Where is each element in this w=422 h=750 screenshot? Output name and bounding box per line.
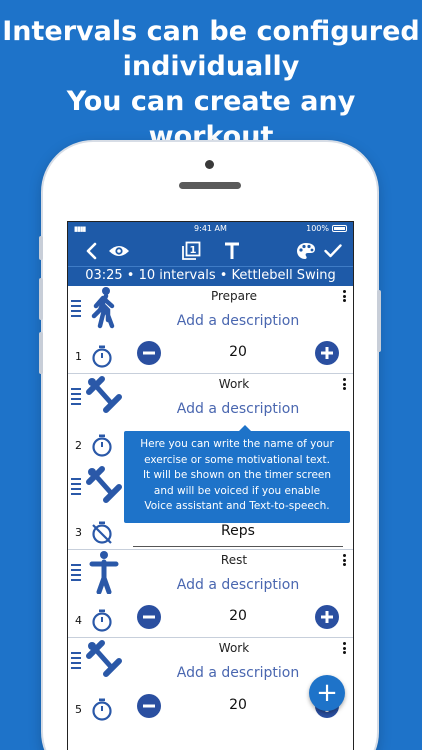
description-field[interactable]: Add a description	[133, 577, 343, 593]
interval-title: Prepare	[210, 289, 258, 303]
interval-number: 3	[75, 526, 82, 539]
drag-handle-icon[interactable]	[71, 564, 81, 584]
side-button-mute	[39, 236, 43, 260]
reps-value[interactable]: Reps	[133, 523, 343, 539]
interval-left-column: 1	[68, 286, 128, 373]
drag-handle-icon[interactable]	[71, 652, 81, 672]
kettlebell-icon	[84, 638, 124, 682]
description-tooltip: Here you can write the name of your exer…	[124, 425, 350, 523]
description-field[interactable]: Add a description	[133, 313, 343, 329]
duration-value: 20	[229, 344, 247, 360]
app-toolbar: 1	[68, 236, 353, 266]
kettlebell-icon	[84, 374, 124, 418]
status-bar: ▮▮▮▮ 9:41 AM 100%	[68, 222, 353, 236]
duration-value: 20	[229, 608, 247, 624]
reps-underline	[133, 546, 343, 547]
interval-row-5[interactable]: 5 Work Add a description 20	[68, 638, 353, 726]
increment-button[interactable]	[315, 341, 339, 365]
description-field[interactable]: Add a description	[133, 401, 343, 417]
interval-row-4[interactable]: 4 Rest Add a description 20	[68, 550, 353, 638]
text-icon[interactable]	[221, 236, 243, 266]
copy-badge: 1	[190, 245, 197, 256]
headline-line-1: Intervals can be configured	[2, 16, 420, 47]
more-vertical-icon[interactable]	[343, 378, 347, 392]
eye-icon[interactable]	[106, 236, 132, 266]
tooltip-line-3: It will be shown on the timer screen	[142, 469, 332, 481]
kettlebell-icon	[84, 464, 124, 508]
headline: Intervals can be configured individually…	[0, 14, 422, 154]
palette-icon[interactable]	[294, 236, 318, 266]
more-vertical-icon[interactable]	[343, 642, 347, 656]
stopwatch-icon[interactable]	[90, 344, 114, 368]
camera-dot	[205, 160, 214, 169]
stopwatch-icon[interactable]	[90, 433, 114, 457]
battery-indicator: 100%	[306, 224, 347, 233]
back-icon[interactable]	[80, 236, 102, 266]
interval-title: Rest	[220, 553, 248, 567]
interval-number: 2	[75, 439, 82, 452]
side-button-volume-down	[39, 332, 43, 374]
tooltip-line-4: and will be voiced if you enable	[153, 484, 321, 497]
interval-number: 5	[75, 703, 82, 716]
interval-left-column: 5	[68, 638, 128, 726]
standing-person-icon	[84, 550, 124, 595]
description-field[interactable]: Add a description	[133, 665, 343, 681]
speaker-grill	[179, 182, 241, 189]
interval-title: Work	[218, 641, 250, 655]
side-button-power	[377, 290, 381, 352]
check-icon[interactable]	[321, 236, 345, 266]
stopwatch-icon[interactable]	[90, 608, 114, 632]
duration-stepper: 20	[133, 341, 343, 365]
copy-one-icon[interactable]: 1	[178, 236, 204, 266]
battery-icon	[332, 225, 347, 232]
interval-left-column: 3	[68, 462, 128, 549]
interval-row-1[interactable]: 1 Prepare Add a description 20	[68, 286, 353, 374]
reps-mode-icon[interactable]	[90, 520, 114, 544]
tooltip-line-2: exercise or some motivational text.	[144, 453, 330, 466]
duration-stepper: 20	[133, 605, 343, 629]
stopwatch-icon[interactable]	[90, 697, 114, 721]
interval-left-column: 2	[68, 374, 128, 462]
tooltip-line-5: Voice assistant and Text-to-speech.	[144, 500, 330, 512]
interval-title: Work	[218, 377, 250, 391]
add-interval-button[interactable]: +	[309, 675, 345, 711]
drag-handle-icon[interactable]	[71, 478, 81, 498]
walking-person-icon	[84, 286, 124, 330]
drag-handle-icon[interactable]	[71, 388, 81, 408]
more-vertical-icon[interactable]	[343, 554, 347, 568]
workout-summary: 03:25 • 10 intervals • Kettlebell Swing	[68, 266, 353, 286]
app-screen: ▮▮▮▮ 9:41 AM 100% 1 03:25 • 10 intervals…	[67, 221, 354, 750]
headline-line-2: individually	[122, 51, 300, 82]
interval-number: 4	[75, 614, 82, 627]
side-button-volume-up	[39, 278, 43, 320]
more-vertical-icon[interactable]	[343, 290, 347, 304]
drag-handle-icon[interactable]	[71, 300, 81, 320]
interval-number: 1	[75, 350, 82, 363]
tooltip-line-1: Here you can write the name of your	[140, 438, 334, 450]
interval-left-column: 4	[68, 550, 128, 637]
increment-button[interactable]	[315, 605, 339, 629]
battery-percent: 100%	[306, 224, 329, 233]
